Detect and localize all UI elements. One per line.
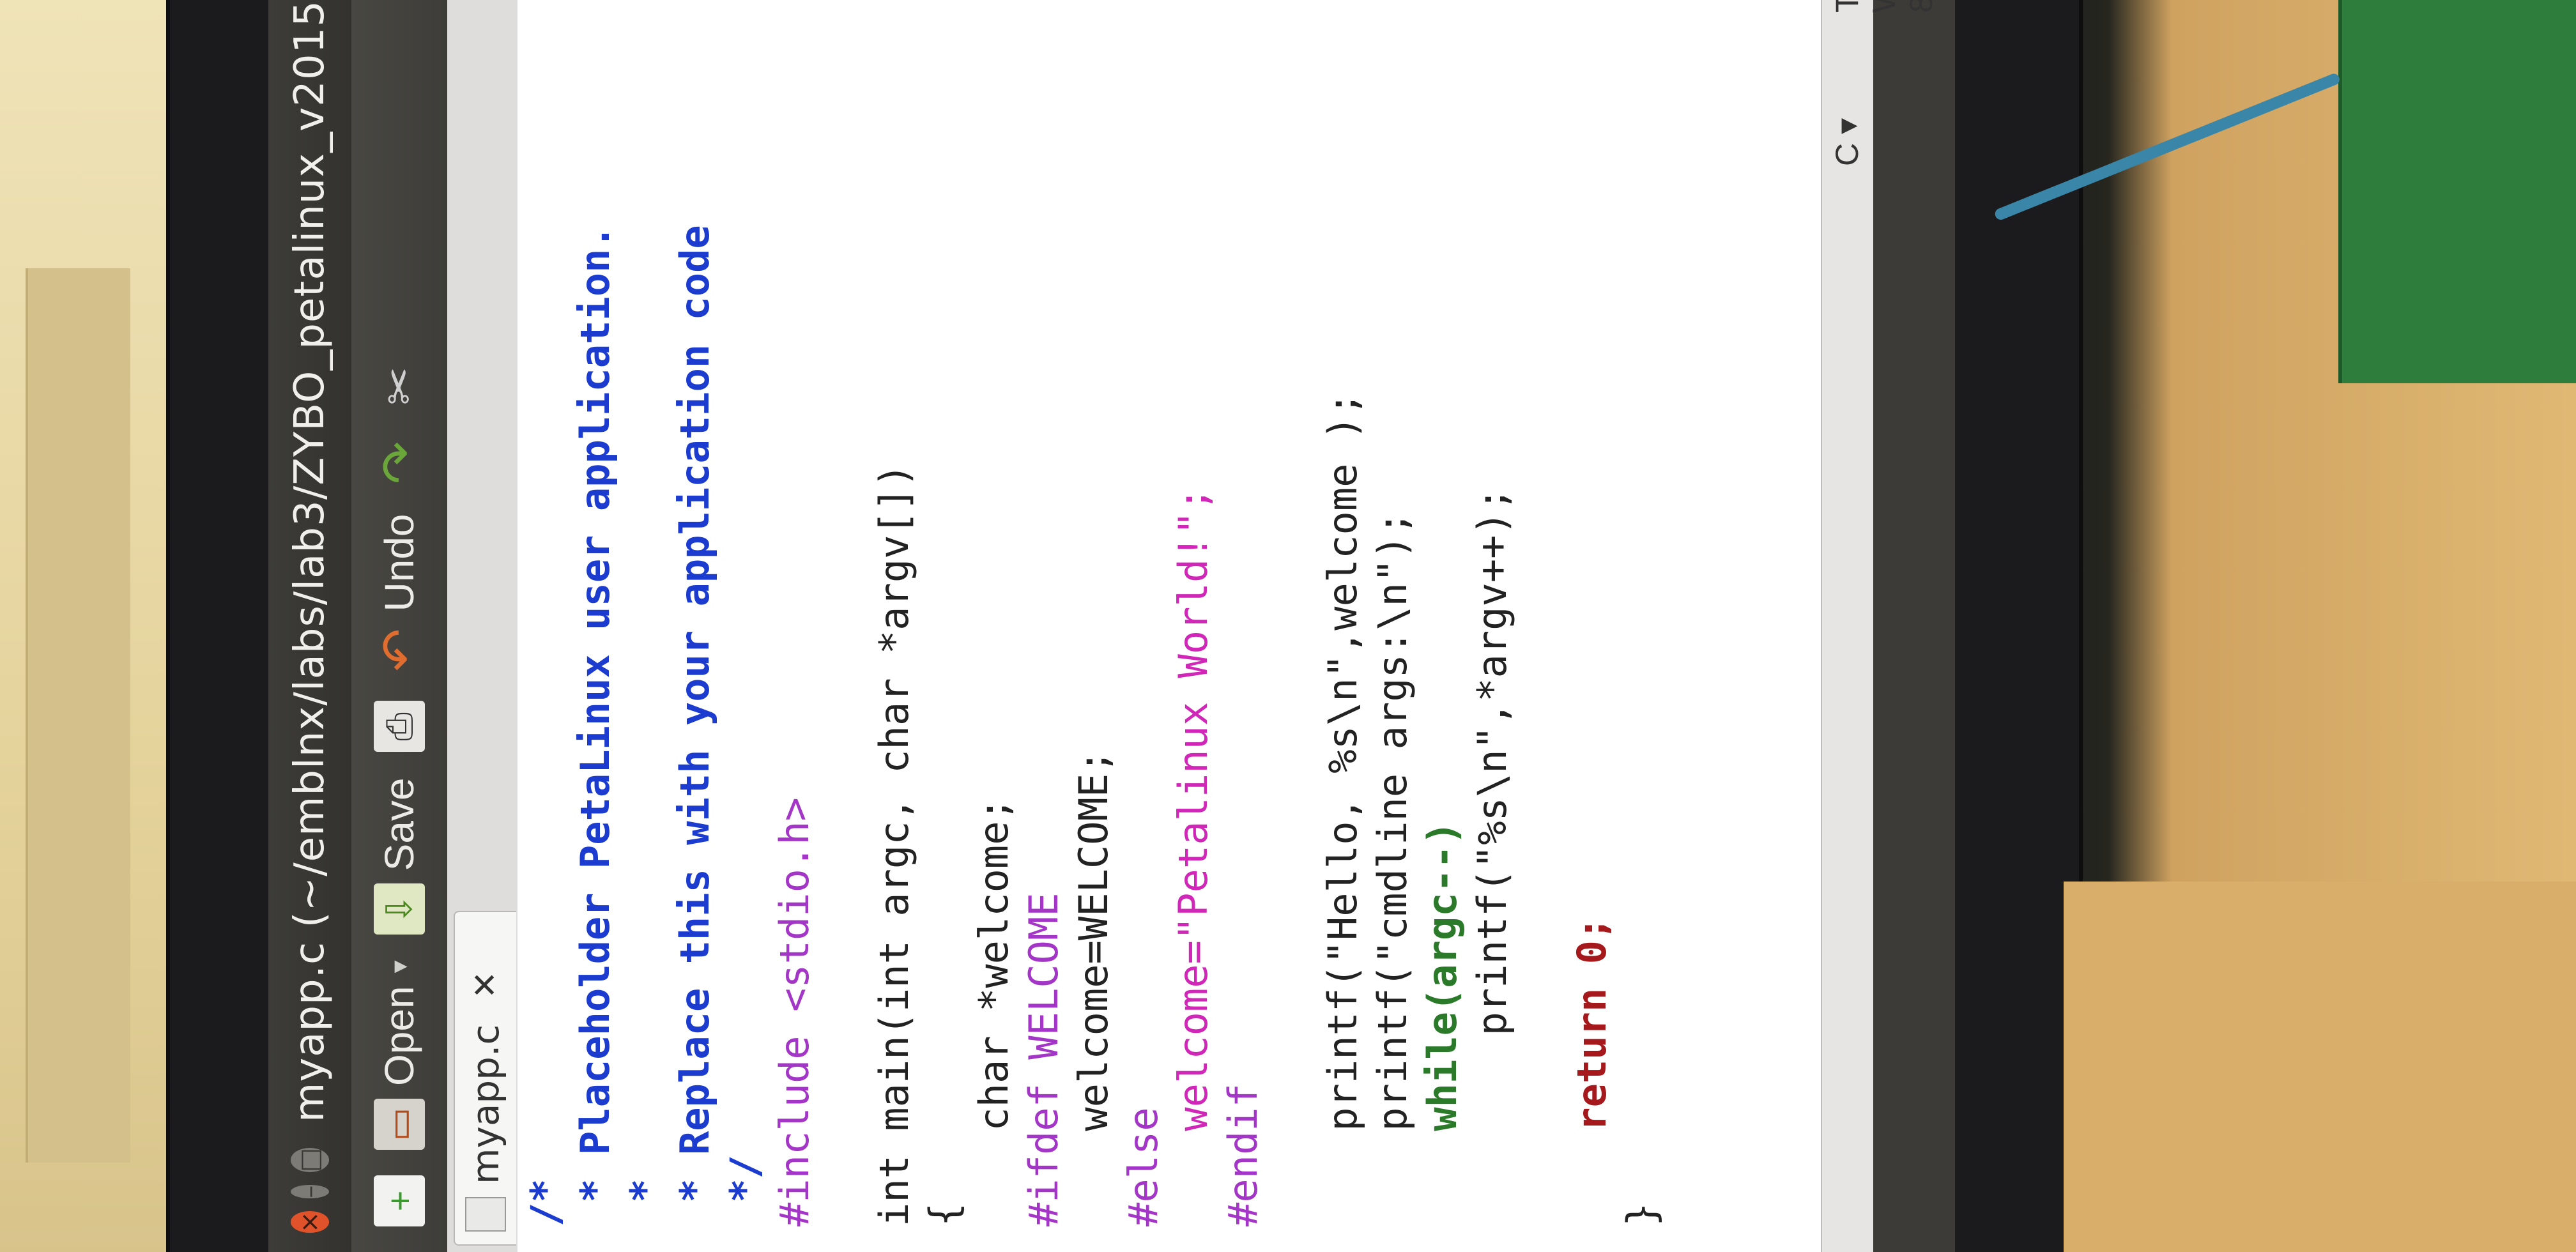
cut-icon[interactable]: ✂ bbox=[374, 360, 425, 411]
tab-myapp-c[interactable]: myapp.c ✕ bbox=[454, 911, 516, 1246]
code-line: welcome=WELCOME; bbox=[1070, 749, 1117, 1226]
code-line: #include <stdio.h> bbox=[771, 797, 818, 1226]
code-line: printf("cmdline args:\n"); bbox=[1369, 511, 1416, 1226]
code-line: { bbox=[921, 1202, 967, 1226]
tab-width-selector[interactable]: Tab Width: 8 ▾ bbox=[1828, 0, 1940, 13]
new-document-icon[interactable]: + bbox=[374, 1175, 425, 1226]
close-window-button[interactable]: × bbox=[291, 1211, 329, 1233]
print-icon[interactable]: ⎙ bbox=[374, 701, 425, 752]
code-line: * Placeholder PetaLinux user application… bbox=[572, 225, 618, 1226]
code-line: /* bbox=[522, 1179, 569, 1226]
document-icon bbox=[465, 1197, 506, 1232]
dev-board bbox=[2338, 0, 2576, 383]
tab-label: myapp.c bbox=[464, 1024, 507, 1184]
open-button[interactable]: Open bbox=[376, 986, 423, 1086]
open-folder-icon[interactable]: ▭ bbox=[374, 1099, 425, 1150]
status-bar: C ▾ Tab Width: 8 ▾ bbox=[1821, 0, 1939, 1252]
photo-scene: × – □ myapp.c (~/emblnx/labs/lab3/ZYBO_p… bbox=[0, 0, 2576, 1252]
code-line: #else bbox=[1120, 1107, 1167, 1226]
undo-icon[interactable]: ↶ bbox=[371, 624, 428, 675]
window-title: myapp.c (~/emblnx/labs/lab3/ZYBO_petalin… bbox=[286, 0, 334, 1122]
code-line: printf("Hello, %s\n",welcome ); bbox=[1319, 392, 1366, 1226]
maximize-window-button[interactable]: □ bbox=[291, 1148, 329, 1172]
code-line: } bbox=[1618, 1202, 1665, 1226]
toolbar: + ▭ Open ▾ ⇩ Save ⎙ ↶ Undo ↷ ✂ bbox=[351, 0, 447, 1252]
language-selector[interactable]: C ▾ bbox=[1828, 118, 1866, 166]
undo-button[interactable]: Undo bbox=[376, 514, 423, 611]
redo-icon[interactable]: ↷ bbox=[371, 437, 428, 488]
gedit-window: × – □ myapp.c (~/emblnx/labs/lab3/ZYBO_p… bbox=[268, 0, 1955, 1252]
document-tab-bar: myapp.c ✕ bbox=[447, 0, 519, 1252]
wall-panel bbox=[26, 268, 130, 1163]
save-button[interactable]: Save bbox=[376, 777, 423, 871]
code-line: char *welcome; bbox=[970, 797, 1017, 1226]
save-icon[interactable]: ⇩ bbox=[374, 883, 425, 935]
code-line: #endif bbox=[1220, 1083, 1266, 1226]
tab-close-icon[interactable]: ✕ bbox=[466, 971, 505, 999]
code-editor[interactable]: /* * Placeholder PetaLinux user applicat… bbox=[518, 0, 1821, 1252]
code-line: printf("%s\n",*argv++); bbox=[1469, 487, 1515, 1226]
open-dropdown-arrow-icon[interactable]: ▾ bbox=[385, 960, 414, 973]
code-line: while(argc--) bbox=[1419, 821, 1466, 1226]
code-line: return 0; bbox=[1568, 916, 1615, 1226]
title-bar: × – □ myapp.c (~/emblnx/labs/lab3/ZYBO_p… bbox=[268, 0, 351, 1252]
code-line: * bbox=[622, 1179, 668, 1226]
code-line: */ bbox=[721, 1155, 768, 1226]
code-line: welcome="Petalinux World!"; bbox=[1170, 487, 1216, 1226]
minimize-window-button[interactable]: – bbox=[291, 1184, 329, 1199]
code-line: #ifdef WELCOME bbox=[1020, 892, 1067, 1226]
code-line: int main(int argc, char *argv[]) bbox=[871, 463, 917, 1226]
code-line: * Replace this with your application cod… bbox=[671, 225, 718, 1226]
desk-surface bbox=[2064, 882, 2576, 1252]
